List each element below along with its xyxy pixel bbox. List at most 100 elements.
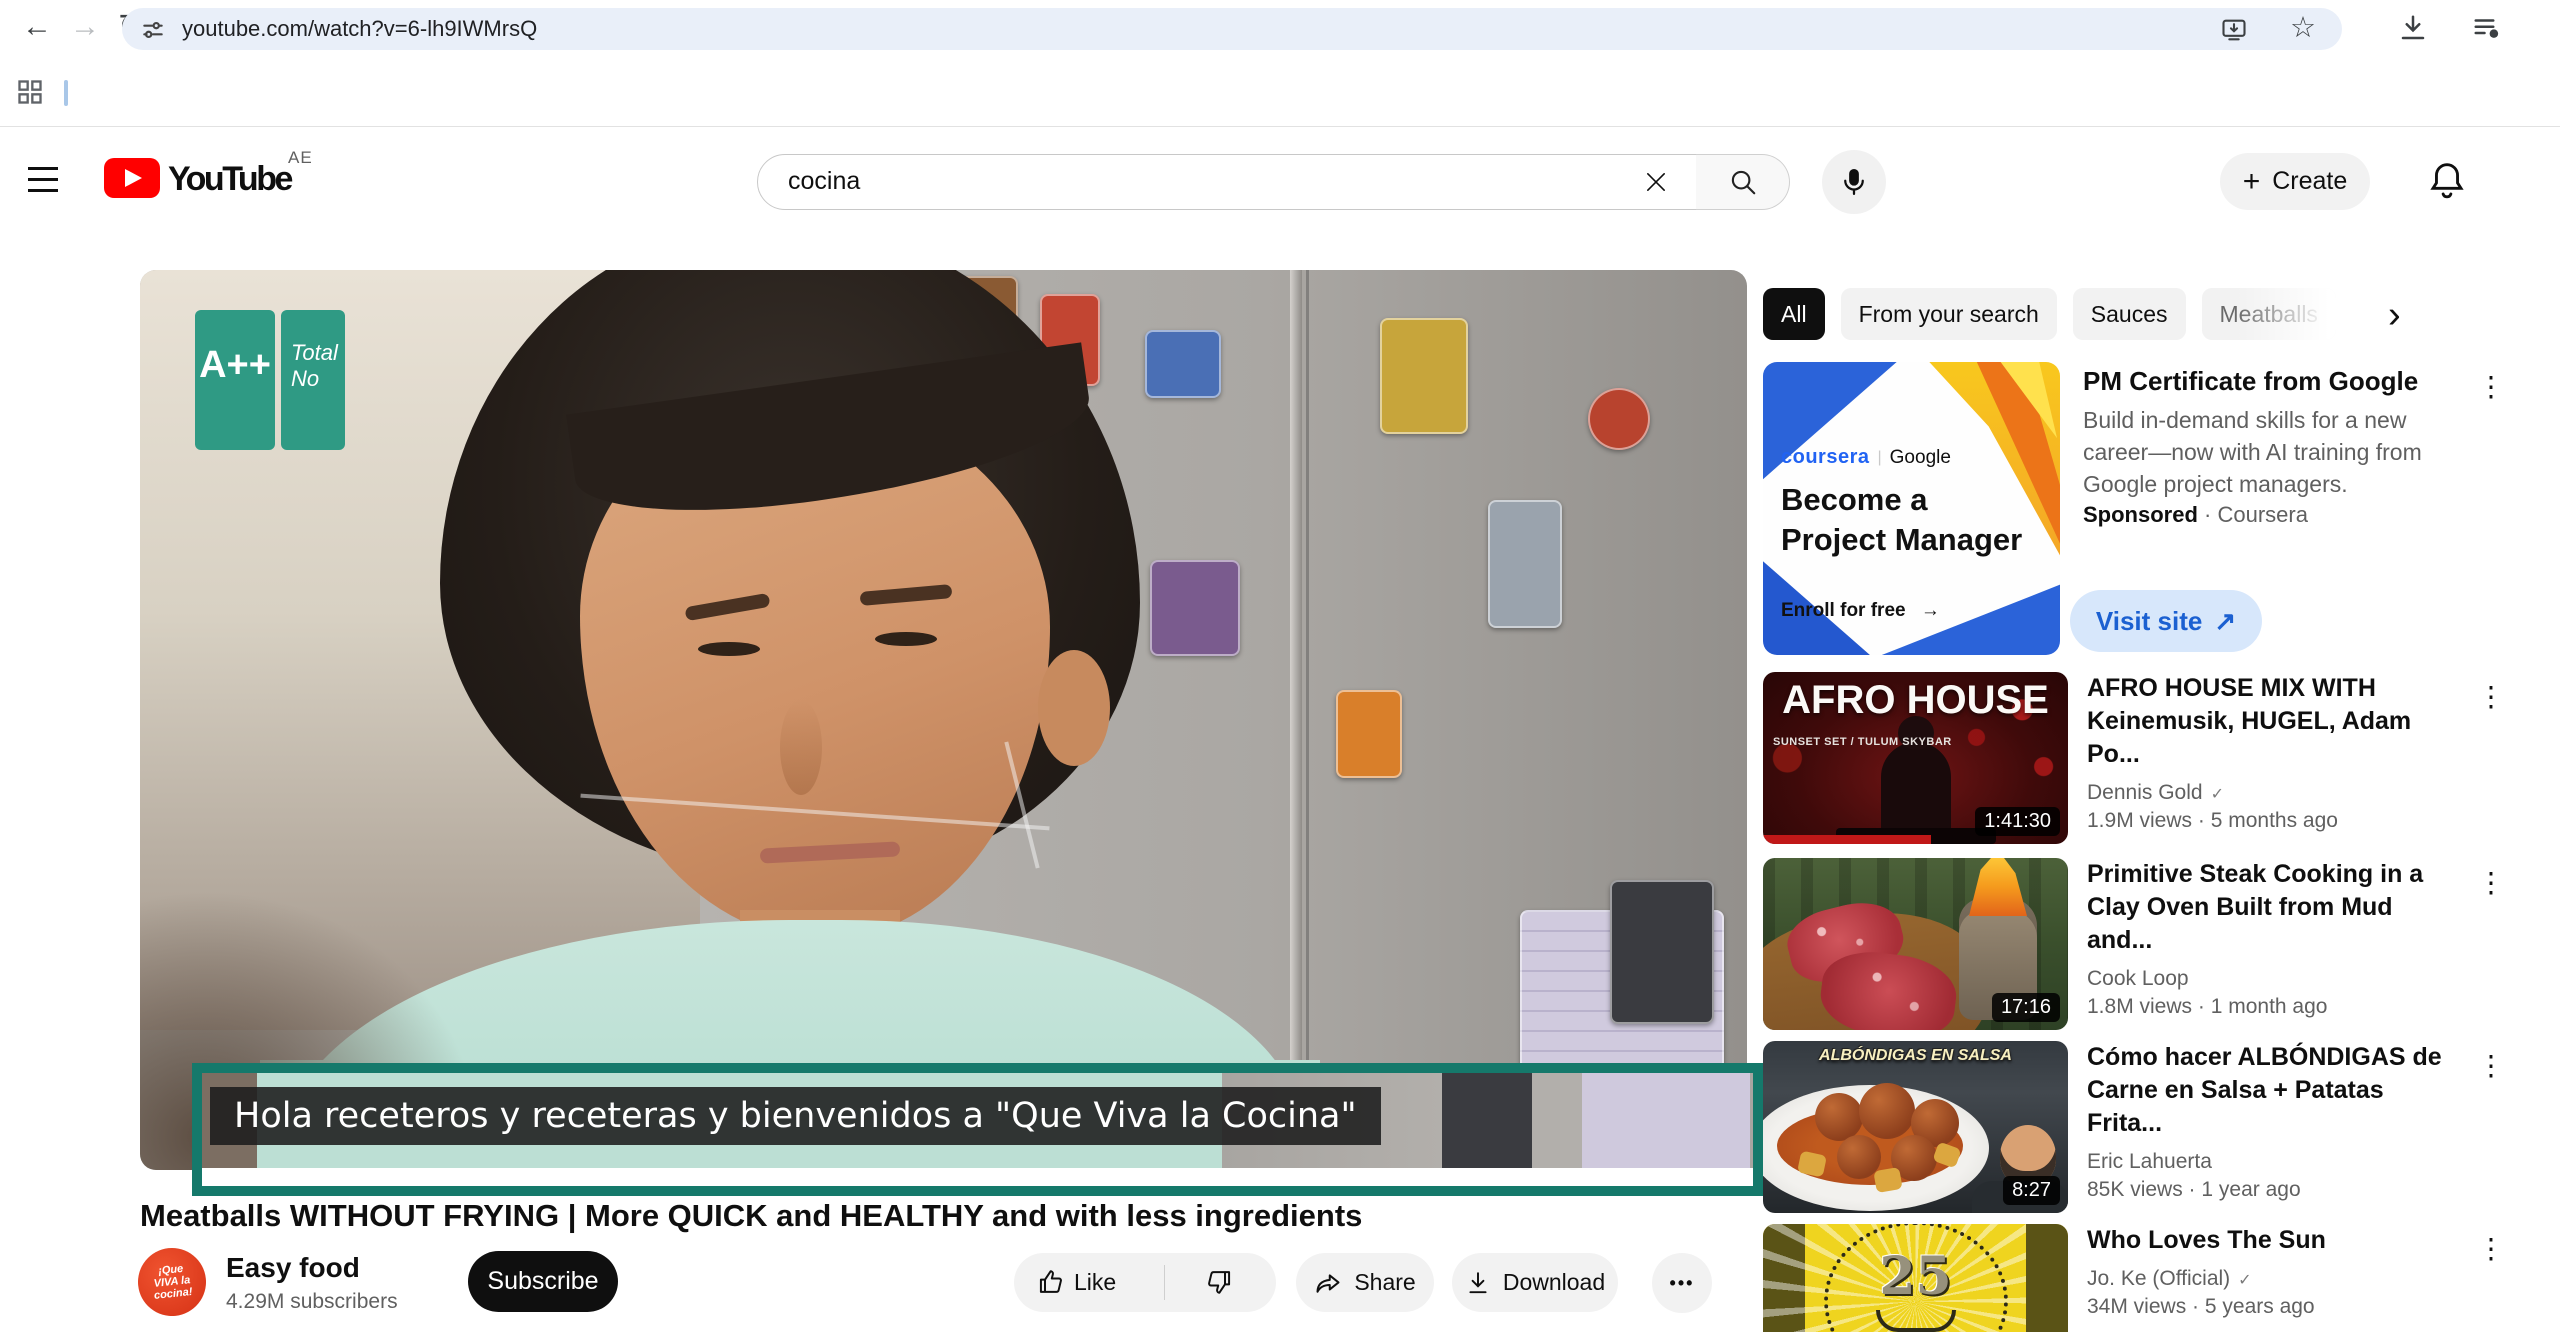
thumbnail-art [1876, 1310, 1956, 1332]
fridge-magnet [1336, 690, 1402, 778]
kebab-menu-icon[interactable]: ⋮ [2477, 1232, 2505, 1265]
person-nose [780, 700, 822, 795]
more-horizontal-icon: ••• [1670, 1273, 1695, 1294]
thumbnail-art [1881, 742, 1951, 844]
search-box[interactable] [757, 154, 1697, 210]
suggestion-title[interactable]: Primitive Steak Cooking in aClay Oven Bu… [2087, 858, 2459, 957]
thumbs-up-icon[interactable] [1038, 1268, 1066, 1296]
downloads-icon[interactable] [2398, 13, 2428, 43]
search-icon [1728, 167, 1758, 197]
channel-avatar[interactable]: ¡Que VIVA la cocina! [135, 1245, 210, 1320]
duration-badge: 1:41:30 [1975, 807, 2060, 836]
fridge-magnet [1145, 330, 1221, 398]
suggestion-channel[interactable]: Eric Lahuerta [2087, 1150, 2459, 1174]
hamburger-menu-icon[interactable] [28, 167, 58, 200]
share-button[interactable]: Share [1296, 1253, 1434, 1312]
reading-list-icon[interactable] [2472, 13, 2502, 43]
install-app-icon[interactable] [2220, 16, 2248, 44]
suggestion-channel[interactable]: Dennis Gold✓ [2087, 781, 2459, 805]
external-link-icon: ↗ [2214, 606, 2236, 637]
mic-icon [1839, 167, 1869, 197]
ad-cta[interactable]: Enroll for free → [1781, 600, 1940, 622]
apps-grid-icon[interactable] [16, 78, 44, 106]
suggestion-item[interactable]: 25WE LOVE THE SUNNU Who Loves The Sun Jo… [1763, 1224, 2510, 1332]
search-button[interactable] [1696, 154, 1790, 210]
url-text[interactable]: youtube.com/watch?v=6-lh9IWMrsQ [182, 16, 537, 42]
voice-search-button[interactable] [1822, 150, 1886, 214]
thumbnail-art [1859, 1083, 1915, 1139]
person-ear [1038, 650, 1110, 766]
fridge-magnet [1488, 500, 1562, 628]
ad-thumbnail[interactable]: coursera | Google Become a Project Manag… [1763, 362, 2060, 655]
person-eye [698, 642, 760, 656]
thumbnail-text: ALBÓNDIGAS EN SALSA [1763, 1047, 2068, 1065]
suggestion-title[interactable]: Cómo hacer ALBÓNDIGAS deCarne en Salsa +… [2087, 1041, 2459, 1140]
video-title: Meatballs WITHOUT FRYING | More QUICK an… [140, 1198, 1730, 1234]
duration-badge: 8:27 [2003, 1176, 2060, 1205]
share-label: Share [1354, 1269, 1415, 1296]
ad-sponsored-line: Sponsored · Coursera [2083, 502, 2308, 528]
share-icon [1314, 1269, 1342, 1297]
suggestion-thumbnail[interactable]: 17:16 [1763, 858, 2068, 1030]
youtube-watch-page: ← → ↻ youtube.com/watch?v=6-lh9IWMrsQ ☆ [0, 0, 2560, 1332]
fridge-magnet [1380, 318, 1468, 434]
youtube-region-label: AE [288, 148, 313, 168]
ad-kebab-menu-icon[interactable]: ⋮ [2477, 370, 2505, 403]
energy-label: A++ [195, 310, 275, 450]
fridge-magnet [1150, 560, 1240, 656]
ad-title[interactable]: PM Certificate from Google [2083, 366, 2418, 397]
thumbnail-text: 25 [1763, 1246, 2068, 1307]
suggestion-thumbnail[interactable]: 25WE LOVE THE SUNNU [1763, 1224, 2068, 1332]
coursera-logo: coursera [1781, 446, 1870, 469]
suggestion-thumbnail[interactable]: ALBÓNDIGAS EN SALSA 8:27 [1763, 1041, 2068, 1213]
suggestion-thumbnail[interactable]: AFRO HOUSESUNSET SET / TULUM SKYBAR1:41:… [1763, 672, 2068, 844]
address-bar[interactable]: youtube.com/watch?v=6-lh9IWMrsQ ☆ [122, 8, 2342, 50]
kebab-menu-icon[interactable]: ⋮ [2477, 680, 2505, 713]
person-eye [875, 632, 937, 646]
suggestion-meta: 34M views · 5 years ago [2087, 1295, 2459, 1319]
youtube-logo-text[interactable]: YouTube [168, 160, 291, 199]
kebab-menu-icon[interactable]: ⋮ [2477, 866, 2505, 899]
chip-sauces[interactable]: Sauces [2073, 288, 2186, 340]
divider [1164, 1265, 1165, 1300]
suggestion-title[interactable]: AFRO HOUSE MIX WITHKeinemusik, HUGEL, Ad… [2087, 672, 2459, 771]
suggestion-channel[interactable]: Jo. Ke (Official)✓ [2087, 1267, 2459, 1291]
channel-name[interactable]: Easy food [226, 1252, 360, 1284]
create-label: Create [2272, 167, 2347, 196]
ad-description: Build in-demand skills for a new career—… [2083, 404, 2422, 500]
chips-chevron-right-icon[interactable]: › [2388, 294, 2401, 337]
chip-from-your-search[interactable]: From your search [1841, 288, 2057, 340]
back-icon[interactable]: ← [22, 12, 52, 42]
visit-site-button[interactable]: Visit site ↗ [2070, 590, 2262, 652]
bookmark-star-icon[interactable]: ☆ [2290, 13, 2316, 43]
annotation-gap [202, 1168, 1753, 1186]
suggestion-channel[interactable]: Cook Loop [2087, 967, 2459, 991]
youtube-logo-icon[interactable] [104, 158, 160, 198]
fridge-magnet [1588, 388, 1650, 450]
bottles [1610, 880, 1714, 1024]
download-button[interactable]: Download [1452, 1253, 1618, 1312]
kebab-menu-icon[interactable]: ⋮ [2477, 1049, 2505, 1082]
search-input[interactable] [786, 166, 1550, 197]
notifications-bell-icon[interactable] [2424, 158, 2470, 204]
forward-icon[interactable]: → [70, 12, 100, 42]
site-settings-icon[interactable] [140, 17, 166, 43]
subscribe-button[interactable]: Subscribe [468, 1251, 618, 1312]
verified-icon: ✓ [2238, 1270, 2251, 1290]
chip-meatballs[interactable]: Meatballs [2202, 288, 2336, 340]
suggestion-item[interactable]: ALBÓNDIGAS EN SALSA 8:27 Cómo hacer ALBÓN… [1763, 1041, 2510, 1219]
more-actions-button[interactable]: ••• [1652, 1253, 1712, 1313]
suggestion-title[interactable]: Who Loves The Sun [2087, 1224, 2459, 1257]
thumbs-down-icon[interactable] [1204, 1268, 1232, 1296]
create-button[interactable]: + Create [2220, 153, 2370, 210]
avatar-text: cocina! [153, 1286, 193, 1302]
thumbnail-text: AFRO HOUSE [1767, 678, 2064, 723]
clear-search-icon[interactable] [1642, 168, 1670, 196]
suggestion-item[interactable]: 17:16 Primitive Steak Cooking in aClay O… [1763, 858, 2510, 1036]
suggestion-item[interactable]: AFRO HOUSESUNSET SET / TULUM SKYBAR1:41:… [1763, 672, 2510, 850]
chip-all[interactable]: All [1763, 288, 1825, 340]
video-player[interactable]: A++ Total No FIRENZE SANTANDER MILANO [140, 270, 1747, 1170]
like-dislike-buttons[interactable]: Like [1014, 1253, 1276, 1312]
like-label[interactable]: Like [1074, 1269, 1116, 1296]
ad-headline: Become a Project Manager [1781, 480, 2022, 560]
